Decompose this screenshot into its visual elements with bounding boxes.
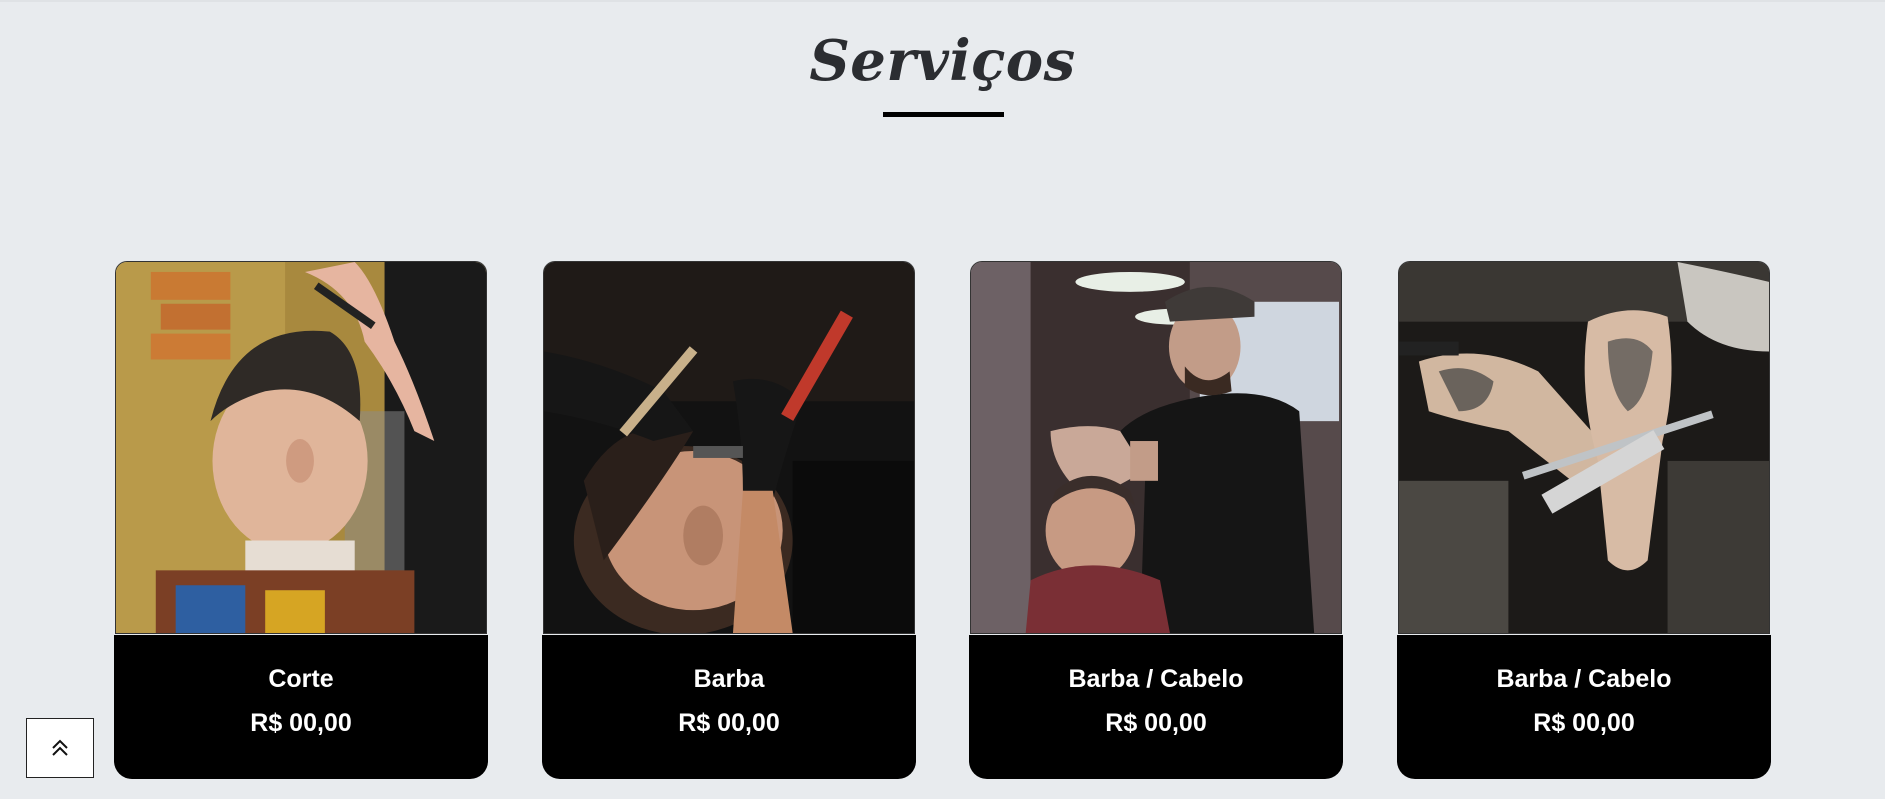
beard-shave-photo: [543, 261, 915, 634]
service-card-footer: Corte R$ 00,00: [114, 635, 488, 779]
service-card-corte[interactable]: Corte R$ 00,00: [114, 261, 488, 779]
barber-cutting-photo: [970, 261, 1342, 634]
service-card-barba-cabelo-2[interactable]: Barba / Cabelo R$ 00,00: [1397, 261, 1771, 779]
service-name: Corte: [268, 665, 334, 693]
service-price: R$ 00,00: [678, 709, 780, 737]
services-grid: Corte R$ 00,00 Barba R$ 00,00 Barba / Ca…: [114, 261, 1774, 779]
back-to-top-button[interactable]: [26, 718, 94, 778]
service-card-barba-cabelo[interactable]: Barba / Cabelo R$ 00,00: [969, 261, 1343, 779]
service-card-barba[interactable]: Barba R$ 00,00: [542, 261, 916, 779]
title-underline: [883, 112, 1004, 117]
service-card-footer: Barba / Cabelo R$ 00,00: [1397, 635, 1771, 779]
barber-tools-photo: [1398, 261, 1770, 634]
section-title: Serviços: [809, 28, 1076, 94]
double-chevron-up-icon: [52, 739, 68, 756]
service-name: Barba: [693, 665, 765, 693]
services-page: Serviços Corte R$ 00,00 Barba R$ 00,00 B…: [0, 0, 1885, 799]
service-card-footer: Barba R$ 00,00: [542, 635, 916, 779]
service-price: R$ 00,00: [1533, 709, 1635, 737]
service-price: R$ 00,00: [1105, 709, 1207, 737]
service-price: R$ 00,00: [250, 709, 352, 737]
service-name: Barba / Cabelo: [1068, 665, 1244, 693]
haircut-photo: [115, 261, 487, 634]
service-name: Barba / Cabelo: [1496, 665, 1672, 693]
service-card-footer: Barba / Cabelo R$ 00,00: [969, 635, 1343, 779]
